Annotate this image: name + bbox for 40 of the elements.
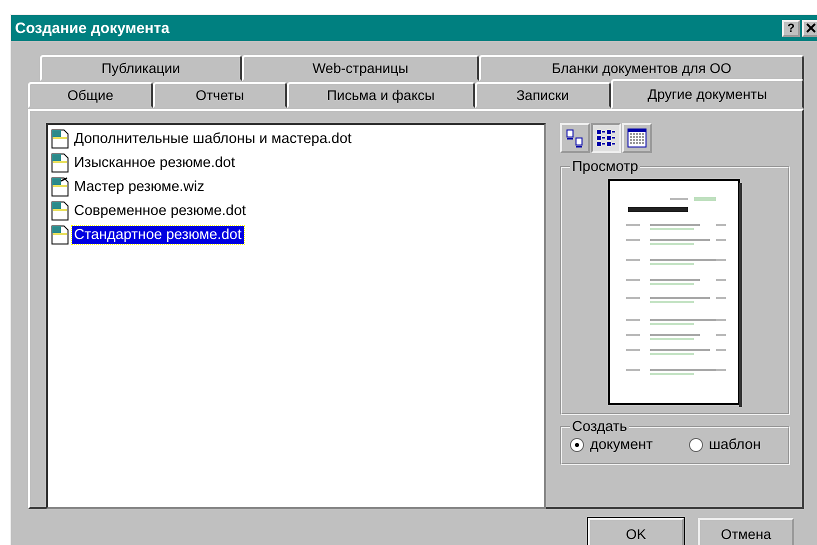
list-view-icon [595,127,617,149]
close-button[interactable] [802,20,817,36]
file-item[interactable]: Стандартное резюме.dot [50,223,542,247]
radio-option[interactable]: шаблон [688,437,761,453]
view-button[interactable] [560,123,590,153]
file-name: Стандартное резюме.dot [72,226,244,244]
document-file-icon [50,225,70,245]
ok-button[interactable]: OK [588,518,684,545]
document-file-icon [50,201,70,221]
file-name: Современное резюме.dot [73,202,247,220]
help-button[interactable]: ? [782,20,800,36]
close-icon [806,23,816,33]
group-label: Просмотр [571,159,640,175]
radio-button[interactable] [688,438,703,452]
file-name: Мастер резюме.wiz [73,178,206,196]
document-file-icon [50,153,70,173]
file-name: Изысканное резюме.dot [73,154,236,172]
file-item[interactable]: Мастер резюме.wiz [50,175,542,199]
tab[interactable]: Другие документы [610,79,804,109]
tab[interactable]: Публикации [40,55,242,81]
tab[interactable]: Web-страницы [242,55,480,81]
window-title: Создание документа [15,20,170,36]
tab[interactable]: Записки [474,82,611,108]
view-button[interactable] [622,123,652,153]
wizard-file-icon [50,177,70,197]
radio-option[interactable]: документ [570,437,653,453]
file-item[interactable]: Дополнительные шаблоны и мастера.dot [50,127,542,151]
tab[interactable]: Письма и факсы [286,82,475,108]
view-button[interactable] [591,123,621,153]
cancel-button[interactable]: Отмена [698,518,794,545]
radio-button[interactable] [570,438,584,452]
tab[interactable]: Отчеты [152,82,287,108]
file-name: Дополнительные шаблоны и мастера.dot [73,130,353,148]
tab[interactable]: Общие [28,82,153,108]
file-item[interactable]: Современное резюме.dot [50,199,542,223]
file-item[interactable]: Изысканное резюме.dot [50,151,542,175]
group-label: Создать [571,419,628,435]
details-view-icon [626,127,648,149]
tab[interactable]: Бланки документов для ОО [479,55,804,81]
document-file-icon [50,129,70,149]
